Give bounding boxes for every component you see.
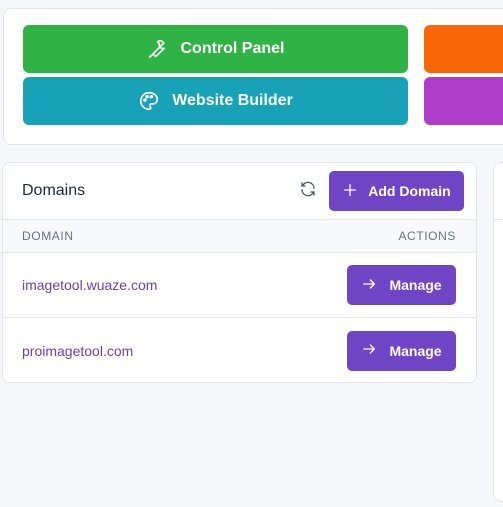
- palette-icon: [138, 90, 160, 112]
- add-domain-button[interactable]: Add Domain: [329, 171, 464, 211]
- manage-button[interactable]: Manage: [347, 330, 456, 371]
- arrow-right-icon: [361, 276, 377, 295]
- domain-link[interactable]: imagetool.wuaze.com: [22, 277, 157, 293]
- add-domain-label: Add Domain: [368, 183, 451, 199]
- refresh-button[interactable]: [295, 178, 321, 204]
- column-header-actions: ACTIONS: [398, 229, 456, 243]
- manage-button[interactable]: Manage: [347, 265, 456, 305]
- website-builder-button[interactable]: Website Builder: [23, 77, 408, 125]
- domains-title: Domains: [22, 182, 86, 199]
- adjacent-card: [493, 162, 503, 502]
- domains-card: Domains Add Domain DOMAIN ACTIONS imaget…: [2, 162, 477, 383]
- domain-link[interactable]: proimagetool.com: [22, 343, 133, 359]
- purple-quick-action-button[interactable]: [424, 77, 503, 125]
- manage-label: Manage: [389, 277, 442, 293]
- control-panel-label: Control Panel: [180, 40, 285, 57]
- table-row: imagetool.wuaze.com Manage: [3, 253, 476, 318]
- orange-quick-action-button[interactable]: [424, 25, 503, 73]
- control-panel-button[interactable]: Control Panel: [23, 25, 408, 73]
- adjacent-card-divider: [494, 219, 503, 220]
- website-builder-label: Website Builder: [172, 92, 293, 109]
- wrench-icon: [146, 38, 168, 60]
- domains-card-header: Domains Add Domain: [3, 163, 476, 220]
- table-row: proimagetool.com Manage: [3, 318, 476, 382]
- plus-icon: [342, 182, 358, 201]
- domains-table-header: DOMAIN ACTIONS: [3, 220, 476, 253]
- arrow-right-icon: [361, 341, 377, 360]
- column-header-domain: DOMAIN: [22, 229, 74, 243]
- quick-actions-card: Control Panel Website Builder: [3, 8, 503, 145]
- refresh-icon: [299, 180, 317, 203]
- manage-label: Manage: [389, 342, 442, 359]
